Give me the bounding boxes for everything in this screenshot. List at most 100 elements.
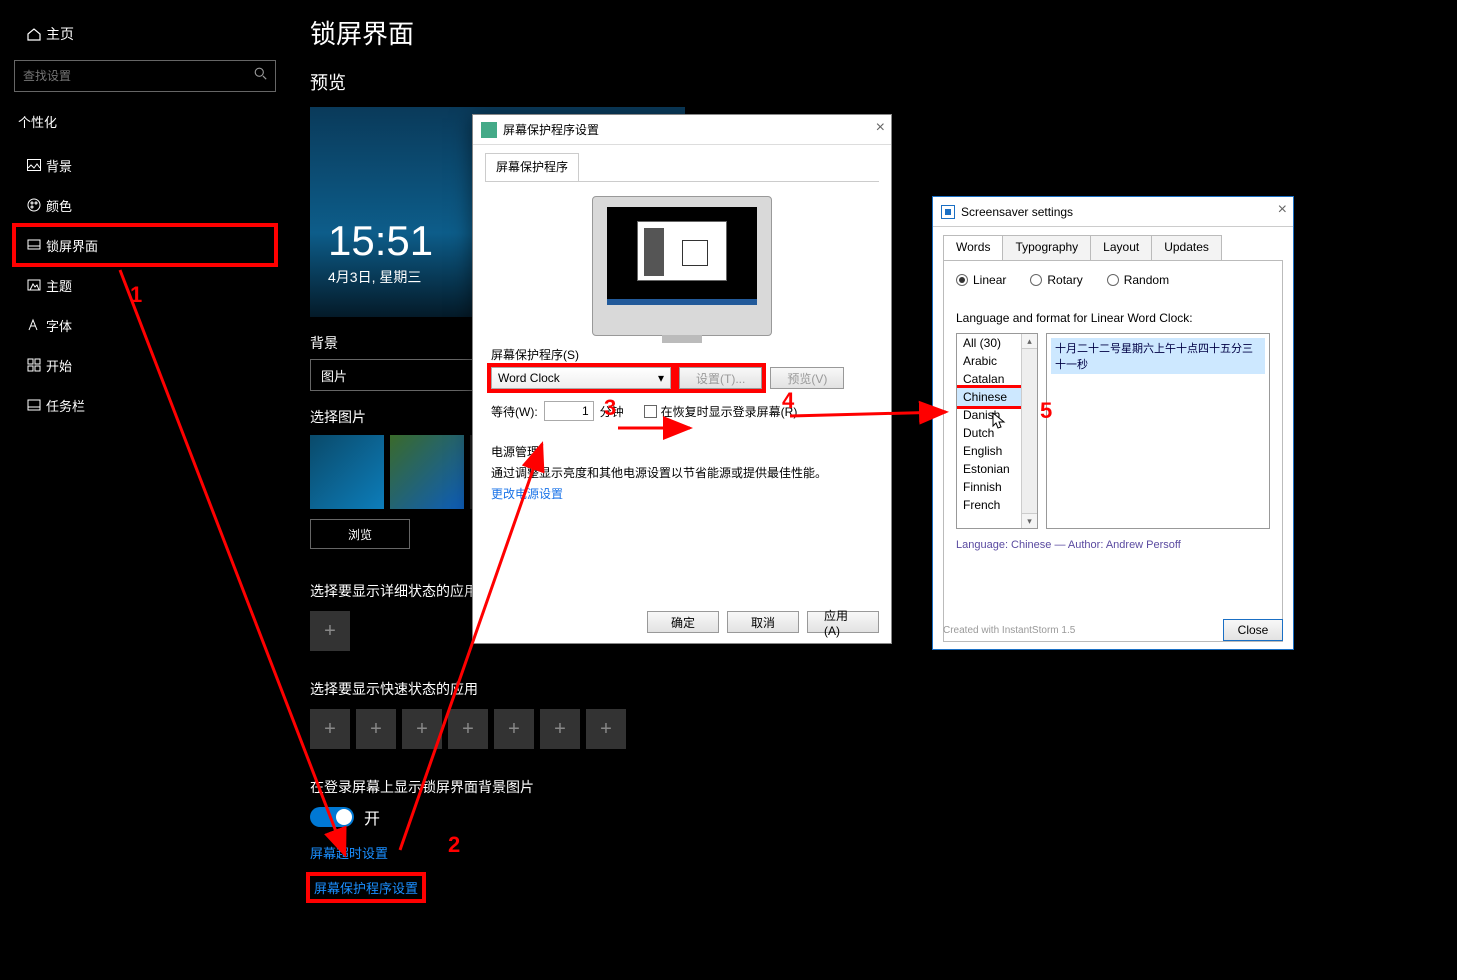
- dialog-icon: [941, 205, 955, 219]
- screensaver-settings-button[interactable]: 设置(T)...: [679, 367, 762, 389]
- screensaver-dialog: 屏幕保护程序设置 × 屏幕保护程序 屏幕保护程序(S) Word Clock ▾…: [472, 114, 892, 644]
- screensaver-settings-link[interactable]: 屏幕保护程序设置: [310, 876, 422, 899]
- close-icon[interactable]: ×: [876, 119, 885, 137]
- themes-icon: [22, 277, 46, 293]
- list-item[interactable]: Catalan: [957, 370, 1023, 388]
- list-item[interactable]: English: [957, 442, 1023, 460]
- search-icon: [245, 67, 275, 85]
- page-title: 锁屏界面: [310, 14, 910, 51]
- close-icon[interactable]: ×: [1278, 201, 1287, 219]
- sidebar-item-label: 背景: [46, 156, 72, 175]
- annotation-3: 3: [604, 395, 616, 421]
- wait-label: 等待(W):: [491, 403, 538, 420]
- radio-random[interactable]: Random: [1107, 273, 1169, 287]
- wait-spinner[interactable]: 1: [544, 401, 594, 421]
- format-preview: 十月二十二号星期六上午十点四十五分三十一秒: [1046, 333, 1270, 529]
- tab-updates[interactable]: Updates: [1152, 235, 1222, 261]
- screensaver-value: Word Clock: [498, 371, 560, 385]
- preview-line: 十月二十二号星期六上午十点四十五分三十一秒: [1051, 338, 1265, 374]
- sidebar-item-lockscreen[interactable]: 锁屏界面: [14, 225, 276, 265]
- add-quick-app-button[interactable]: +: [540, 709, 580, 749]
- wordclock-settings-dialog: Screensaver settings × Words Typography …: [932, 196, 1294, 650]
- fonts-icon: [22, 318, 46, 332]
- quick-app-label: 选择要显示快速状态的应用: [310, 679, 910, 699]
- thumbnail[interactable]: [390, 435, 464, 509]
- sidebar-home-label: 主页: [46, 24, 74, 44]
- screensaver-combo[interactable]: Word Clock ▾: [491, 367, 671, 389]
- ok-button[interactable]: 确定: [647, 611, 719, 633]
- screen-timeout-link[interactable]: 屏幕超时设置: [310, 843, 910, 862]
- checkbox-icon: [644, 405, 657, 418]
- apply-button[interactable]: 应用(A): [807, 611, 879, 633]
- annotation-1: 1: [130, 282, 142, 308]
- settings-sidebar: 主页 个性化 背景 颜色 锁屏界面 主题 字体 开始 任务栏: [0, 0, 290, 980]
- add-detail-app-button[interactable]: +: [310, 611, 350, 651]
- taskbar-icon: [22, 397, 46, 413]
- radio-icon: [1107, 274, 1119, 286]
- radio-rotary[interactable]: Rotary: [1030, 273, 1082, 287]
- power-text: 通过调整显示亮度和其他电源设置以节省能源或提供最佳性能。: [491, 464, 873, 481]
- dialog-titlebar[interactable]: 屏幕保护程序设置 ×: [473, 115, 891, 145]
- palette-icon: [22, 197, 46, 213]
- annotation-5: 5: [1040, 398, 1052, 424]
- sidebar-item-colors[interactable]: 颜色: [14, 185, 276, 225]
- add-quick-app-button[interactable]: +: [494, 709, 534, 749]
- preview-heading: 预览: [310, 69, 910, 95]
- list-item[interactable]: All (30): [957, 334, 1023, 352]
- screensaver-combo-label: 屏幕保护程序(S): [491, 346, 873, 363]
- sidebar-item-background[interactable]: 背景: [14, 145, 276, 185]
- resume-login-checkbox[interactable]: 在恢复时显示登录屏幕(R): [644, 403, 798, 420]
- sidebar-item-themes[interactable]: 主题: [14, 265, 276, 305]
- list-item-chinese[interactable]: Chinese: [957, 388, 1023, 406]
- tab-words[interactable]: Words: [943, 235, 1003, 261]
- scrollbar[interactable]: [1021, 334, 1037, 528]
- browse-button[interactable]: 浏览: [310, 519, 410, 549]
- radio-icon: [956, 274, 968, 286]
- sidebar-search[interactable]: [14, 60, 276, 92]
- show-bg-toggle[interactable]: [310, 807, 354, 827]
- sidebar-item-label: 颜色: [46, 196, 72, 215]
- sidebar-item-label: 字体: [46, 316, 72, 335]
- screensaver-preview-button[interactable]: 预览(V): [770, 367, 844, 389]
- background-value: 图片: [321, 366, 347, 385]
- add-quick-app-button[interactable]: +: [586, 709, 626, 749]
- language-format-label: Language and format for Linear Word Cloc…: [956, 311, 1270, 325]
- show-bg-login-label: 在登录屏幕上显示锁屏界面背景图片: [310, 777, 910, 797]
- add-quick-app-button[interactable]: +: [402, 709, 442, 749]
- search-input[interactable]: [15, 69, 245, 83]
- sidebar-item-label: 任务栏: [46, 396, 85, 415]
- list-item[interactable]: Finnish: [957, 478, 1023, 496]
- sidebar-item-start[interactable]: 开始: [14, 345, 276, 385]
- add-quick-app-button[interactable]: +: [448, 709, 488, 749]
- list-item[interactable]: Estonian: [957, 460, 1023, 478]
- radio-linear[interactable]: Linear: [956, 273, 1006, 287]
- monitor-preview: [592, 196, 772, 336]
- made-with: Created with InstantStorm 1.5: [943, 625, 1075, 636]
- preview-time: 15:51: [328, 217, 433, 265]
- list-item[interactable]: Danish: [957, 406, 1023, 424]
- tab-typography[interactable]: Typography: [1003, 235, 1091, 261]
- sidebar-home[interactable]: 主页: [14, 14, 276, 54]
- lockscreen-icon: [22, 237, 46, 253]
- close-button[interactable]: Close: [1223, 619, 1283, 641]
- sidebar-item-label: 锁屏界面: [46, 236, 98, 255]
- add-quick-app-button[interactable]: +: [356, 709, 396, 749]
- dialog-title: 屏幕保护程序设置: [503, 121, 599, 138]
- author-line: Language: Chinese — Author: Andrew Perso…: [956, 539, 1270, 551]
- start-icon: [22, 357, 46, 373]
- list-item[interactable]: Dutch: [957, 424, 1023, 442]
- tab-layout[interactable]: Layout: [1091, 235, 1152, 261]
- sidebar-item-taskbar[interactable]: 任务栏: [14, 385, 276, 425]
- tab-screensaver[interactable]: 屏幕保护程序: [485, 153, 579, 181]
- sidebar-item-fonts[interactable]: 字体: [14, 305, 276, 345]
- cancel-button[interactable]: 取消: [727, 611, 799, 633]
- dialog-titlebar[interactable]: Screensaver settings ×: [933, 197, 1293, 227]
- picture-icon: [22, 157, 46, 173]
- list-item[interactable]: French: [957, 496, 1023, 514]
- add-quick-app-button[interactable]: +: [310, 709, 350, 749]
- list-item[interactable]: Arabic: [957, 352, 1023, 370]
- radio-icon: [1030, 274, 1042, 286]
- thumbnail[interactable]: [310, 435, 384, 509]
- power-settings-link[interactable]: 更改电源设置: [491, 487, 563, 501]
- chevron-down-icon: ▾: [658, 371, 664, 385]
